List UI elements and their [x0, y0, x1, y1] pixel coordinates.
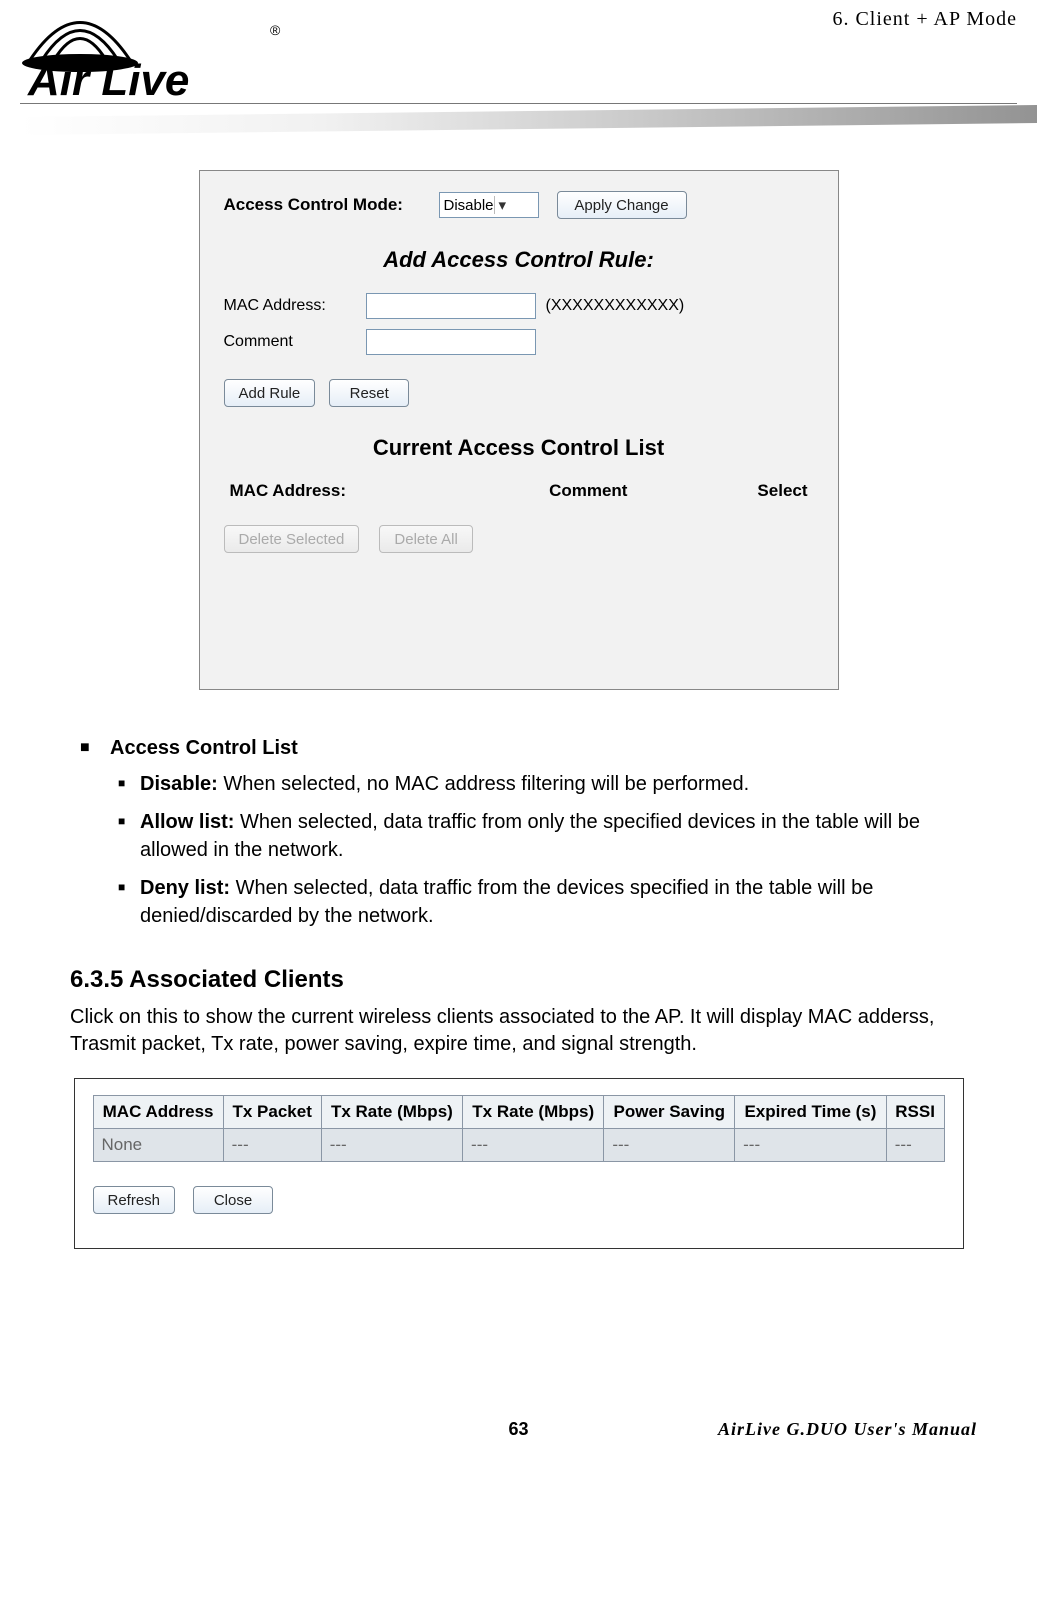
- clients-table: MAC Address Tx Packet Tx Rate (Mbps) Tx …: [93, 1095, 945, 1162]
- add-rule-button[interactable]: Add Rule: [224, 379, 316, 407]
- th-mac-address: MAC Address: [93, 1096, 223, 1129]
- mac-address-input[interactable]: [366, 293, 536, 319]
- page-number: 63: [508, 1419, 528, 1440]
- list-item: ■ Allow list: When selected, data traffi…: [118, 808, 957, 864]
- svg-text:Air Live: Air Live: [27, 56, 189, 100]
- refresh-button[interactable]: Refresh: [93, 1186, 176, 1214]
- square-bullet-icon: ■: [118, 770, 140, 798]
- acm-label: Access Control Mode:: [224, 195, 409, 215]
- th-tx-packet: Tx Packet: [223, 1096, 321, 1129]
- table-header-row: MAC Address Tx Packet Tx Rate (Mbps) Tx …: [93, 1096, 944, 1129]
- item-label: Allow list:: [140, 811, 234, 833]
- cell-expired-time: ---: [735, 1129, 887, 1162]
- cell-tx-rate-2: ---: [463, 1129, 604, 1162]
- comment-input[interactable]: [366, 329, 536, 355]
- item-text: When selected, no MAC address filtering …: [218, 773, 749, 795]
- item-text: When selected, data traffic from only th…: [140, 811, 920, 861]
- associated-clients-panel: MAC Address Tx Packet Tx Rate (Mbps) Tx …: [74, 1078, 964, 1249]
- add-rule-title: Add Access Control Rule:: [224, 247, 814, 273]
- table-row: None --- --- --- --- --- ---: [93, 1129, 944, 1162]
- cell-rssi: ---: [886, 1129, 944, 1162]
- list-item: ■ Deny list: When selected, data traffic…: [118, 874, 957, 930]
- cell-tx-packet: ---: [223, 1129, 321, 1162]
- square-bullet-icon: ■: [118, 808, 140, 864]
- delete-all-button: Delete All: [379, 525, 472, 553]
- header-rule-line: [20, 103, 1017, 105]
- comment-label: Comment: [224, 333, 354, 351]
- acm-select-value: Disable: [444, 197, 494, 214]
- chapter-label: 6. Client + AP Mode: [832, 8, 1017, 31]
- mac-hint: (XXXXXXXXXXXX): [546, 297, 685, 315]
- chevron-down-icon: ▾: [494, 196, 534, 214]
- access-control-panel: Access Control Mode: Disable ▾ Apply Cha…: [199, 170, 839, 690]
- th-select: Select: [688, 481, 808, 501]
- manual-title: AirLive G.DUO User's Manual: [718, 1419, 977, 1440]
- page-footer: 63 AirLive G.DUO User's Manual: [0, 1419, 1037, 1464]
- acm-select[interactable]: Disable ▾: [439, 192, 539, 218]
- reset-button[interactable]: Reset: [329, 379, 409, 407]
- th-comment: Comment: [489, 481, 688, 501]
- page-header: Air Live ® 6. Client + AP Mode: [0, 0, 1037, 140]
- close-button[interactable]: Close: [193, 1186, 273, 1214]
- explanation-block: ■ Access Control List ■ Disable: When se…: [80, 734, 957, 930]
- section-paragraph: Click on this to show the current wirele…: [70, 1004, 967, 1058]
- header-rule-shade: [20, 105, 1037, 135]
- th-rssi: RSSI: [886, 1096, 944, 1129]
- list-item: ■ Disable: When selected, no MAC address…: [118, 770, 957, 798]
- delete-selected-button: Delete Selected: [224, 525, 360, 553]
- cell-tx-rate-1: ---: [321, 1129, 462, 1162]
- square-bullet-icon: ■: [118, 874, 140, 930]
- acl-table-header: MAC Address: Comment Select: [224, 481, 814, 501]
- th-tx-rate-2: Tx Rate (Mbps): [463, 1096, 604, 1129]
- logo: Air Live ®: [20, 5, 290, 105]
- th-tx-rate-1: Tx Rate (Mbps): [321, 1096, 462, 1129]
- explain-heading: Access Control List: [110, 737, 298, 759]
- apply-change-button[interactable]: Apply Change: [557, 191, 687, 219]
- item-label: Disable:: [140, 773, 218, 795]
- item-label: Deny list:: [140, 877, 230, 899]
- square-bullet-icon: ■: [80, 734, 110, 762]
- mac-address-label: MAC Address:: [224, 297, 354, 315]
- th-mac: MAC Address:: [230, 481, 489, 501]
- cell-power-saving: ---: [604, 1129, 735, 1162]
- section-heading: 6.3.5 Associated Clients: [70, 966, 967, 994]
- item-text: When selected, data traffic from the dev…: [140, 877, 873, 927]
- th-expired-time: Expired Time (s): [735, 1096, 887, 1129]
- th-power-saving: Power Saving: [604, 1096, 735, 1129]
- svg-text:®: ®: [270, 22, 281, 38]
- current-list-title: Current Access Control List: [224, 435, 814, 461]
- cell-mac: None: [93, 1129, 223, 1162]
